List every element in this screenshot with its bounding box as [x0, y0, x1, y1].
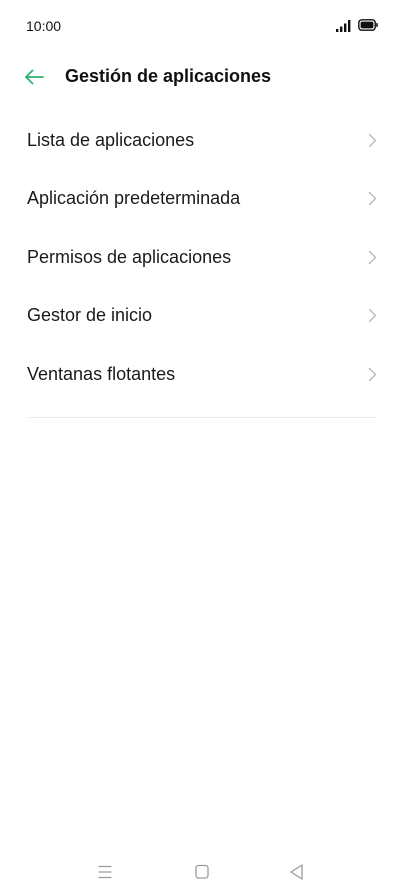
menu-item-label: Lista de aplicaciones	[27, 130, 195, 150]
menu-item-floating-windows[interactable]: Ventanas flotantes	[0, 346, 403, 404]
app-header: Gestión de aplicaciones	[0, 52, 403, 102]
status-bar: 10:00	[0, 0, 403, 52]
menu-item-app-permissions[interactable]: Permisos de aplicaciones	[0, 229, 403, 287]
back-triangle-icon[interactable]	[286, 862, 308, 882]
list-divider	[27, 417, 376, 418]
chevron-right-icon	[368, 367, 377, 381]
arrow-left-icon	[25, 69, 44, 85]
menu-item-default-app[interactable]: Aplicación predeterminada	[0, 170, 403, 228]
system-nav-bar	[0, 854, 403, 890]
chevron-right-icon	[368, 250, 377, 264]
menu-item-app-list[interactable]: Lista de aplicaciones	[0, 112, 403, 170]
chevron-right-icon	[368, 192, 377, 206]
menu-item-label: Ventanas flotantes	[27, 363, 176, 384]
status-time: 10:00	[26, 18, 62, 34]
settings-menu-list: Lista de aplicaciones Aplicación predete…	[0, 112, 403, 404]
menu-item-startup-manager[interactable]: Gestor de inicio	[0, 287, 403, 345]
home-square-icon[interactable]	[191, 862, 213, 882]
battery-icon	[358, 19, 378, 31]
menu-icon[interactable]	[94, 862, 116, 882]
menu-item-label: Permisos de aplicaciones	[27, 246, 232, 267]
signal-icon	[336, 20, 351, 32]
back-button[interactable]	[18, 62, 50, 92]
menu-item-label: Aplicación predeterminada	[27, 188, 241, 209]
page-title: Gestión de aplicaciones	[65, 66, 272, 86]
chevron-right-icon	[368, 133, 377, 148]
chevron-right-icon	[368, 309, 377, 323]
menu-item-label: Gestor de inicio	[27, 305, 153, 326]
